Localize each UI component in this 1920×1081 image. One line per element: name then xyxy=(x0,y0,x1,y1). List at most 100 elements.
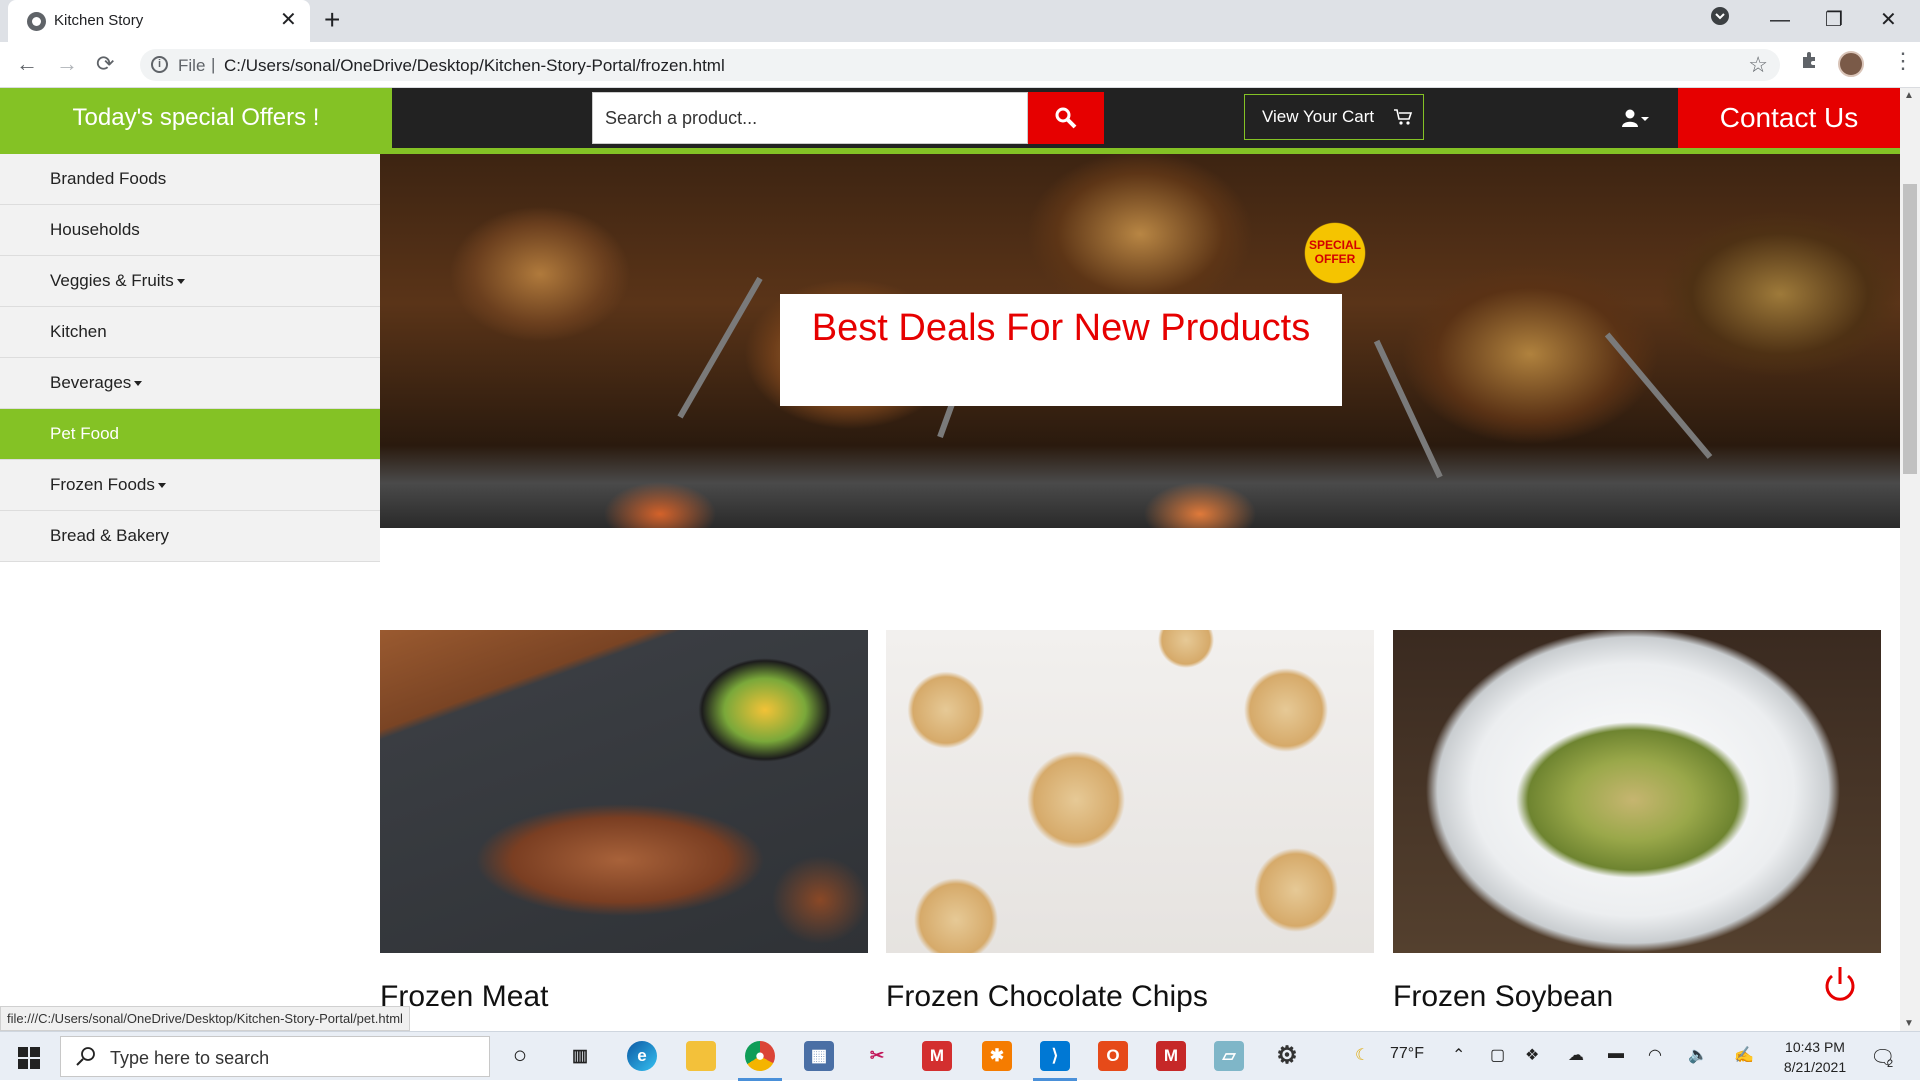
restore-icon[interactable]: ❐ xyxy=(1825,6,1843,34)
mcafee-security-icon[interactable]: M xyxy=(1156,1041,1186,1071)
sidebar-item-label: Branded Foods xyxy=(50,169,167,188)
reload-icon[interactable]: ⟳ xyxy=(96,50,114,78)
back-icon[interactable]: ← xyxy=(16,50,38,78)
settings-gear-icon[interactable]: ⚙ xyxy=(1272,1041,1302,1071)
minimize-icon[interactable]: — xyxy=(1770,6,1790,34)
sidebar-item-pet-food[interactable]: Pet Food xyxy=(0,409,380,460)
sidebar-item-label: Pet Food xyxy=(50,424,119,443)
sidebar-item-bread-bakery[interactable]: Bread & Bakery xyxy=(0,511,380,562)
browser-toolbar: ← → ⟳ i File | C:/Users/sonal/OneDrive/D… xyxy=(0,42,1920,88)
sidebar-item-veggies-fruits[interactable]: Veggies & Fruits xyxy=(0,256,380,307)
extensions-icon[interactable] xyxy=(1800,50,1820,76)
snip-sketch-icon[interactable]: ✂ xyxy=(862,1041,892,1071)
battery-icon[interactable]: ▬ xyxy=(1608,1045,1624,1063)
pen-workspace-icon[interactable]: ✍ xyxy=(1734,1045,1754,1065)
sidebar-item-label: Veggies & Fruits xyxy=(50,271,174,290)
address-bar[interactable]: i File | C:/Users/sonal/OneDrive/Desktop… xyxy=(140,49,1780,81)
skewer-stick xyxy=(677,276,763,419)
shopping-cart-icon xyxy=(1394,109,1413,125)
product-image-frozen-soybean[interactable] xyxy=(1393,630,1881,953)
vertical-scrollbar[interactable]: ▲ ▼ xyxy=(1900,88,1920,1031)
url-divider: | xyxy=(211,55,216,74)
weather-temperature[interactable]: 77°F xyxy=(1390,1045,1424,1063)
new-tab-button[interactable]: + xyxy=(324,6,340,34)
search-icon xyxy=(75,1045,97,1072)
hero-heading: Best Deals For New Products xyxy=(780,294,1342,406)
product-image-frozen-meat[interactable] xyxy=(380,630,868,953)
scroll-up-arrow-icon[interactable]: ▲ xyxy=(1904,90,1914,101)
user-menu-button[interactable] xyxy=(1622,108,1650,133)
moon-weather-icon[interactable]: ☾ xyxy=(1355,1045,1369,1065)
sidebar-item-label: Households xyxy=(50,220,140,239)
browser-tab[interactable]: Kitchen Story ✕ xyxy=(8,0,310,42)
browser-tab-strip: Kitchen Story ✕ + — ❐ ✕ xyxy=(0,0,1920,42)
product-title[interactable]: Frozen Chocolate Chips xyxy=(886,980,1208,1014)
sidebar-item-label: Kitchen xyxy=(50,322,107,341)
close-window-icon[interactable]: ✕ xyxy=(1880,6,1897,34)
skewer-stick xyxy=(1373,339,1443,479)
skewer-stick xyxy=(1604,332,1713,459)
dropbox-icon[interactable]: ❖ xyxy=(1525,1045,1539,1065)
page-viewport: Today's special Offers ! Search a produc… xyxy=(0,88,1900,1031)
tab-title: Kitchen Story xyxy=(54,12,144,29)
office-icon[interactable]: O xyxy=(1098,1041,1128,1071)
volume-icon[interactable]: 🔈 xyxy=(1688,1045,1708,1065)
caret-down-icon xyxy=(157,483,166,489)
sidebar-item-kitchen[interactable]: Kitchen xyxy=(0,307,380,358)
windows-start-icon[interactable] xyxy=(18,1047,40,1074)
chrome-icon[interactable]: ● xyxy=(745,1041,775,1071)
close-tab-icon[interactable]: ✕ xyxy=(280,9,297,31)
taskbar-search-box[interactable]: Type here to search xyxy=(60,1036,490,1077)
bookmark-star-icon[interactable]: ☆ xyxy=(1748,52,1768,78)
notification-count-badge: 2 xyxy=(1887,1058,1894,1070)
sidebar-item-branded-foods[interactable]: Branded Foods xyxy=(0,154,380,205)
hero-banner-image: SPECIAL OFFER Best Deals For New Product… xyxy=(380,154,1900,528)
globe-icon xyxy=(27,12,46,31)
scrollbar-thumb[interactable] xyxy=(1903,184,1917,474)
show-hidden-icons-chevron[interactable]: ⌃ xyxy=(1452,1045,1465,1065)
user-icon xyxy=(1622,109,1649,127)
product-title[interactable]: Frozen Soybean xyxy=(1393,980,1613,1014)
sidebar-item-label: Beverages xyxy=(50,373,132,392)
sidebar-item-frozen-foods[interactable]: Frozen Foods xyxy=(0,460,380,511)
mcafee-icon[interactable]: M xyxy=(922,1041,952,1071)
cortana-icon[interactable]: ○ xyxy=(505,1041,535,1071)
sidebar-item-households[interactable]: Households xyxy=(0,205,380,256)
special-offers-banner[interactable]: Today's special Offers ! xyxy=(0,88,392,154)
product-image-frozen-chocolate-chips[interactable] xyxy=(886,630,1374,953)
forward-icon[interactable]: → xyxy=(56,50,78,78)
view-cart-button[interactable]: View Your Cart xyxy=(1244,94,1424,140)
profile-avatar[interactable] xyxy=(1838,51,1864,77)
taskbar-search-placeholder: Type here to search xyxy=(110,1048,270,1068)
scroll-down-arrow-icon[interactable]: ▼ xyxy=(1904,1018,1914,1029)
url-text[interactable]: C:/Users/sonal/OneDrive/Desktop/Kitchen-… xyxy=(224,56,725,76)
wifi-icon[interactable]: ◠ xyxy=(1648,1045,1662,1065)
link-status-bar: file:///C:/Users/sonal/OneDrive/Desktop/… xyxy=(0,1006,410,1031)
power-icon xyxy=(1825,967,1855,1001)
search-input[interactable]: Search a product... xyxy=(592,92,1028,144)
sidebar-item-label: Frozen Foods xyxy=(50,475,155,494)
onedrive-icon[interactable]: ☁ xyxy=(1568,1045,1584,1065)
clock-time: 10:43 PM xyxy=(1785,1039,1845,1055)
file-explorer-icon[interactable] xyxy=(686,1041,716,1071)
meet-now-icon[interactable]: ▢ xyxy=(1490,1045,1505,1065)
cart-label: View Your Cart xyxy=(1262,107,1375,126)
clock-date: 8/21/2021 xyxy=(1783,1059,1847,1075)
contact-us-button[interactable]: Contact Us xyxy=(1678,88,1900,148)
info-icon[interactable]: i xyxy=(151,56,168,73)
tab-search-icon[interactable] xyxy=(1710,6,1730,34)
task-view-icon[interactable]: ▥ xyxy=(565,1041,595,1071)
edge-icon[interactable]: e xyxy=(627,1041,657,1071)
xampp-icon[interactable]: ✱ xyxy=(982,1041,1012,1071)
caret-down-icon xyxy=(134,381,143,387)
notepad-icon[interactable]: ▱ xyxy=(1214,1041,1244,1071)
vscode-icon[interactable]: ⟩ xyxy=(1040,1041,1070,1071)
search-button[interactable] xyxy=(1028,92,1104,144)
search-icon xyxy=(1055,107,1077,129)
special-offer-badge: SPECIAL OFFER xyxy=(1300,218,1370,288)
browser-menu-icon[interactable]: ⋮ xyxy=(1892,48,1914,74)
scroll-to-top-button[interactable] xyxy=(1822,964,1858,1009)
sidebar-item-beverages[interactable]: Beverages xyxy=(0,358,380,409)
system-clock[interactable]: 10:43 PM 8/21/2021 xyxy=(1775,1037,1855,1077)
calculator-icon[interactable]: ▦ xyxy=(804,1041,834,1071)
